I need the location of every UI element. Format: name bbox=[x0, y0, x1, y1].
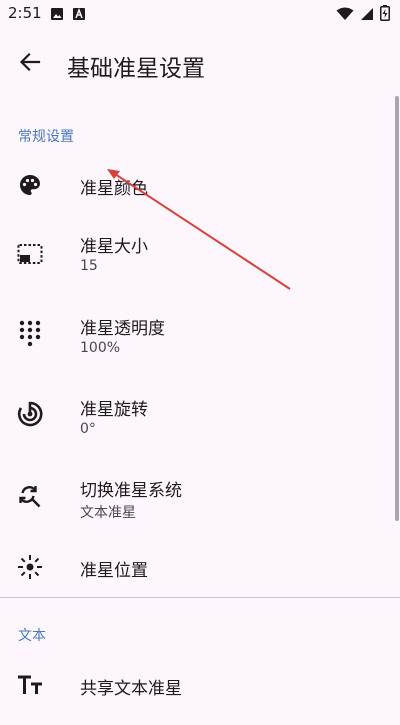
pref-item-switch-crosshair-system[interactable]: 切换准星系统 文本准星 bbox=[0, 456, 393, 536]
pref-title: 准星颜色 bbox=[80, 179, 148, 199]
pref-summary: 0° bbox=[80, 421, 96, 437]
arrow-back-icon bbox=[19, 51, 41, 77]
pref-title: 切换准星系统 bbox=[80, 481, 182, 501]
back-button[interactable] bbox=[14, 48, 46, 80]
pref-title: 准星旋转 bbox=[80, 400, 148, 420]
status-time: 2:51 bbox=[8, 4, 42, 22]
section-divider bbox=[0, 597, 400, 598]
status-icons-left bbox=[50, 6, 86, 25]
image-icon bbox=[50, 6, 64, 25]
pref-summary: 100% bbox=[80, 340, 121, 356]
page-title: 基础准星设置 bbox=[67, 56, 205, 82]
app-bar: 基础准星设置 bbox=[0, 36, 400, 92]
center-focus-icon bbox=[16, 553, 44, 581]
battery-icon bbox=[380, 5, 390, 25]
pref-item-crosshair-size[interactable]: 准星大小 15 bbox=[0, 213, 393, 293]
pref-item-crosshair-opacity[interactable]: 准星透明度 100% bbox=[0, 294, 393, 374]
pref-title: 共享文本准星 bbox=[80, 679, 182, 699]
pref-item-crosshair-rotation[interactable]: 准星旋转 0° bbox=[0, 375, 393, 455]
pref-title: 准星大小 bbox=[80, 237, 148, 257]
a-icon bbox=[72, 6, 86, 25]
dots-grid-icon bbox=[16, 319, 44, 347]
find-replace-icon bbox=[16, 482, 44, 510]
section-header-general: 常规设置 bbox=[18, 129, 74, 145]
pref-summary: 文本准星 bbox=[80, 505, 136, 521]
pref-summary: 15 bbox=[80, 258, 98, 274]
picture-in-picture-icon bbox=[16, 240, 44, 268]
palette-icon bbox=[16, 171, 44, 199]
rotation-icon bbox=[16, 400, 44, 428]
status-bar: 2:51 bbox=[0, 0, 400, 28]
status-icons-right bbox=[336, 5, 390, 25]
text-fields-icon bbox=[16, 671, 44, 699]
section-header-text: 文本 bbox=[18, 628, 46, 644]
pref-title: 准星透明度 bbox=[80, 319, 165, 339]
signal-icon bbox=[360, 6, 374, 25]
pref-item-shared-text-crosshair[interactable]: 共享文本准星 bbox=[0, 645, 393, 725]
wifi-icon bbox=[336, 6, 354, 25]
pref-item-crosshair-position[interactable]: 准星位置 bbox=[0, 527, 393, 607]
pref-title: 准星位置 bbox=[80, 561, 148, 581]
scrollbar[interactable] bbox=[395, 96, 399, 521]
